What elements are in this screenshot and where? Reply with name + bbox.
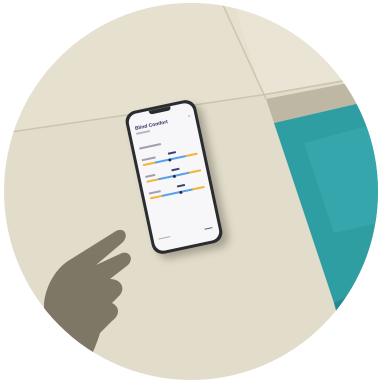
slider-knob[interactable] xyxy=(172,174,177,178)
slider-track[interactable] xyxy=(146,169,202,183)
circular-photo-crop: Blind Comfort × xyxy=(4,3,378,380)
screen-title: Blind Comfort xyxy=(134,119,169,132)
close-icon: × xyxy=(187,113,192,120)
slider-value-line xyxy=(171,167,180,171)
slider-knob[interactable] xyxy=(178,190,183,194)
photo-frame: Blind Comfort × xyxy=(0,0,381,383)
slider-track[interactable] xyxy=(142,152,198,167)
slider-label-line xyxy=(145,173,156,178)
slider-track[interactable] xyxy=(149,185,205,200)
section-label-line xyxy=(139,143,161,150)
footer-action-line[interactable] xyxy=(204,226,213,230)
slider-label-line xyxy=(148,190,161,195)
slider-label-line xyxy=(141,156,156,161)
footer-label-line xyxy=(158,235,171,240)
slider-value-line xyxy=(176,183,185,188)
slider-knob[interactable] xyxy=(167,157,172,162)
slider-value-line xyxy=(167,151,176,155)
